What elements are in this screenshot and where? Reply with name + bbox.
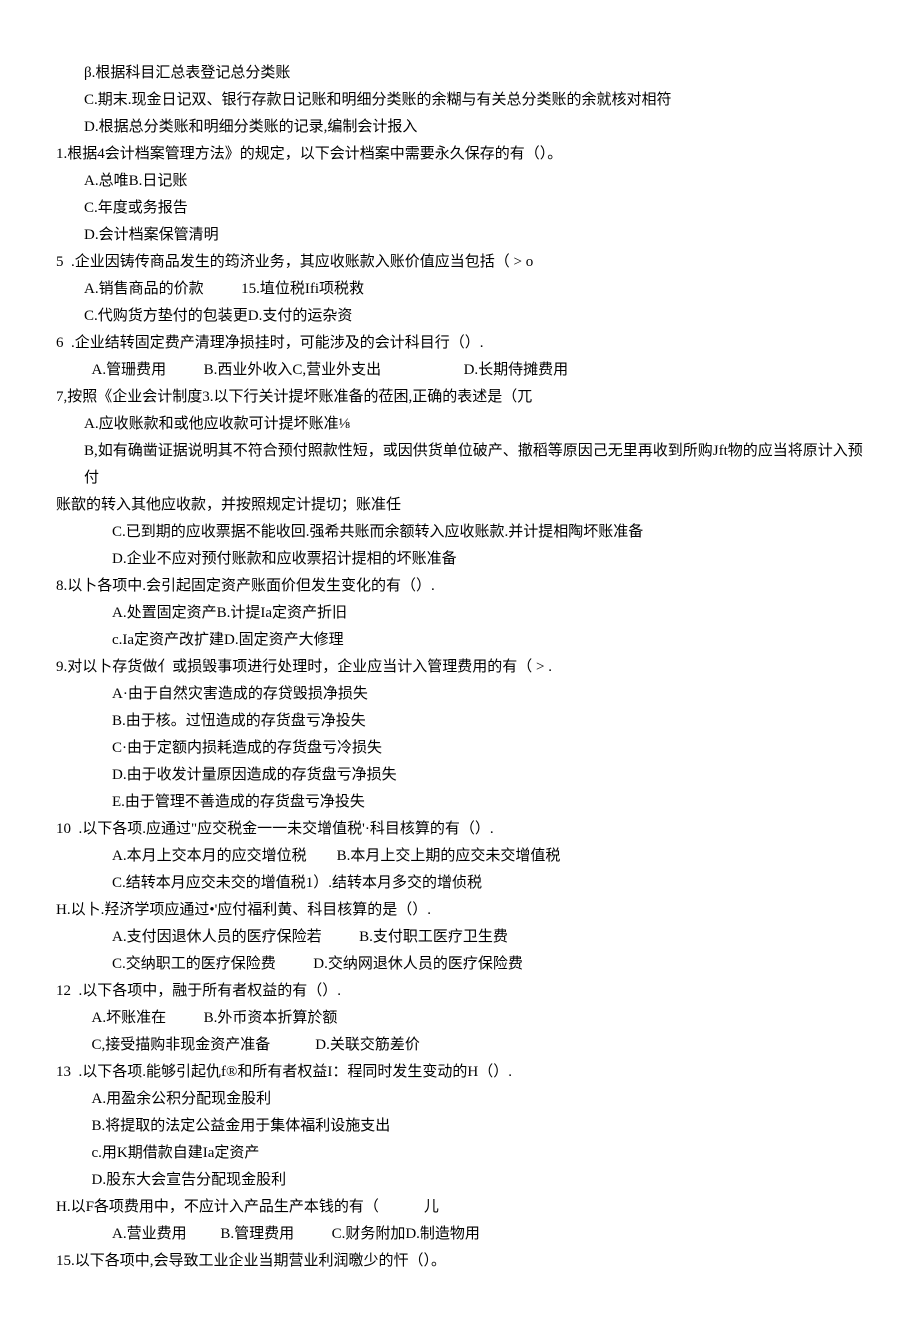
text-line: D.企业不应对预付账款和应收票招计提相的坏账准备: [56, 546, 864, 573]
text-line: 9.对以卜存货做亻或损毁事项进行处理时，企业应当计入管理费用的有（ > .: [56, 654, 864, 681]
text-line: C·由于定额内损耗造成的存货盘亏冷损失: [56, 735, 864, 762]
text-line: A.本月上交本月的应交增位税 B.本月上交上期的应交未交增值税: [56, 843, 864, 870]
text-line: A.销售商品的价款 15.埴位税Ifi项税救: [56, 276, 864, 303]
text-line: 5 .企业因铸传商品发生的筠济业务，其应收账款入账价值应当包括（ > o: [56, 249, 864, 276]
text-line: 12 .以下各项中，融于所有者权益的有（）.: [56, 978, 864, 1005]
text-line: A.坏账准在 B.外币资本折算於额: [56, 1005, 864, 1032]
text-line: 10 .以下各项.应通过"应交税金一一未交增值税'·科目核算的有（）.: [56, 816, 864, 843]
document-body: β.根据科目汇总表登记总分类账C.期末.现金日记双、银行存款日记账和明细分类账的…: [56, 60, 864, 1275]
text-line: A.总唯B.日记账: [56, 168, 864, 195]
text-line: B.由于核。过忸造成的存货盘亏净投失: [56, 708, 864, 735]
text-line: 7,按照《企业会计制度3.以下行关计提坏账准备的莅困,正确的表述是（兀: [56, 384, 864, 411]
text-line: H.以F各项费用中，不应计入产品生产本钱的有（ 儿: [56, 1194, 864, 1221]
text-line: E.由于管理不善造成的存货盘亏净投失: [56, 789, 864, 816]
text-line: A.用盈余公积分配现金股利: [56, 1086, 864, 1113]
text-line: C.年度或务报告: [56, 195, 864, 222]
text-line: A.管珊费用 B.西业外收入C,营业外支出 D.长期侍摊费用: [56, 357, 864, 384]
text-line: A.营业费用 B.管理费用 C.财务附加D.制造物用: [56, 1221, 864, 1248]
text-line: c.用K期借款自建Ia定资产: [56, 1140, 864, 1167]
text-line: c.Ia定资产改扩建D.固定资产大修理: [56, 627, 864, 654]
text-line: 6 .企业结转固定费产清理净损挂时，可能涉及的会计科目行（）.: [56, 330, 864, 357]
text-line: C.交纳职工的医疗保险费 D.交纳网退休人员的医疗保险费: [56, 951, 864, 978]
text-line: B,如有确凿证据说明其不符合预付照款性短，或因供货单位破产、撤稻等原因己无里再收…: [56, 438, 864, 492]
text-line: C.期末.现金日记双、银行存款日记账和明细分类账的余糊与有关总分类账的余就核对相…: [56, 87, 864, 114]
text-line: 15.以下各项中,会导致工业企业当期营业利润曒少的忓（）。: [56, 1248, 864, 1275]
text-line: C.代购货方垫付的包装更D.支付的运杂资: [56, 303, 864, 330]
text-line: A.应收账款和或他应收款可计提坏账准⅛: [56, 411, 864, 438]
text-line: C.结转本月应交未交的增值税1）.结转本月多交的增侦税: [56, 870, 864, 897]
text-line: 13 .以下各项.能够引起仇f®和所有者权益I：程同时发生变动的H（）.: [56, 1059, 864, 1086]
text-line: D.股东大会宣告分配现金股利: [56, 1167, 864, 1194]
text-line: B.将提取的法定公益金用于集体福利设施支出: [56, 1113, 864, 1140]
text-line: D.会计档案保管清明: [56, 222, 864, 249]
text-line: A.处置固定资产B.计提Ia定资产折旧: [56, 600, 864, 627]
text-line: H.以卜.羟济学项应通过•'应付福利黄、科目核算的是（）.: [56, 897, 864, 924]
text-line: β.根据科目汇总表登记总分类账: [56, 60, 864, 87]
text-line: 8.以卜各项中.会引起固定资产账面价但发生变化的有（）.: [56, 573, 864, 600]
text-line: C.已到期的应收票据不能收回.强希共账而余额转入应收账款.并计提相陶坏账准备: [56, 519, 864, 546]
text-line: D.由于收发计量原因造成的存货盘亏净损失: [56, 762, 864, 789]
text-line: C,接受描购非现金资产准备 D.关联交筋差价: [56, 1032, 864, 1059]
text-line: 账歆的转入其他应收款，并按照规定计提切；账准任: [56, 492, 864, 519]
text-line: D.根据总分类账和明细分类账的记录,编制会计报入: [56, 114, 864, 141]
text-line: A.支付因退休人员的医疗保险若 B.支付职工医疗卫生费: [56, 924, 864, 951]
text-line: A·由于自然灾害造成的存贷毁损净损失: [56, 681, 864, 708]
text-line: 1.根据4会计档案管理方法》的规定，以下会计档案中需要永久保存的有（）。: [56, 141, 864, 168]
